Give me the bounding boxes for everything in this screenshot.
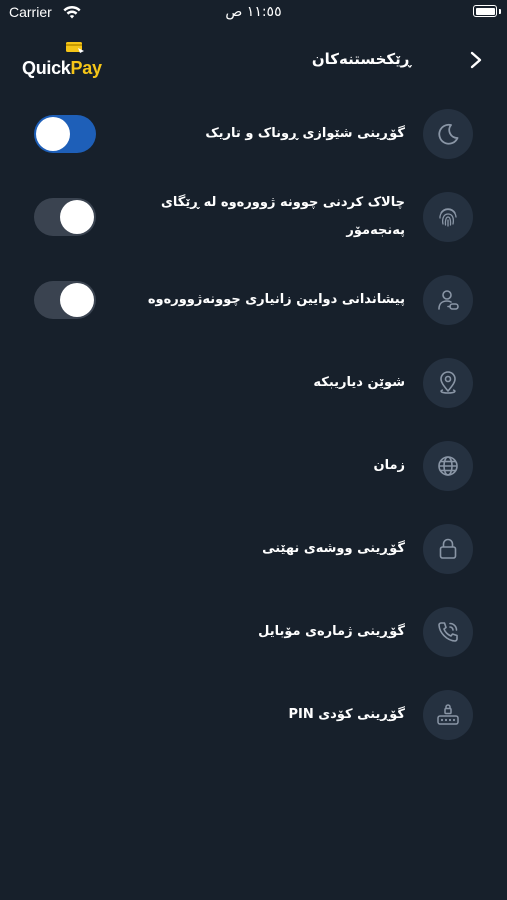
icon-circle (423, 191, 473, 242)
quickpay-logo: QuickPay (22, 38, 106, 86)
setting-label: گۆڕینی ژمارەی مۆبایل (258, 623, 405, 639)
icon-circle (423, 440, 473, 491)
setting-label: گۆڕینی ووشەی نهێنی (262, 540, 405, 556)
page-title: ڕێکخستنەکان (311, 50, 411, 68)
moon-icon (438, 123, 459, 145)
setting-label: پیشاندانی دوایین زانیاری چوونەژوورەوە (147, 291, 405, 307)
icon-circle (423, 523, 473, 574)
fingerprint-icon (439, 207, 457, 227)
pin-keypad-icon (437, 703, 459, 725)
toggle-knob (36, 116, 70, 151)
location-pin-icon (440, 370, 456, 394)
setting-row-location[interactable]: شوێن دیاریبکە (0, 341, 507, 424)
setting-row-mobile[interactable]: گۆڕینی ژمارەی مۆبایل (0, 590, 507, 673)
theme-toggle[interactable] (34, 114, 96, 153)
setting-label: گۆڕینی شێوازی ڕوناک و تاریک (205, 125, 405, 141)
setting-row-last-login[interactable]: پیشاندانی دوایین زانیاری چوونەژوورەوە (0, 258, 507, 341)
phone-call-icon (438, 621, 458, 642)
card-logo-icon (66, 42, 84, 53)
setting-row-theme[interactable]: گۆڕینی شێوازی ڕوناک و تاریک (0, 92, 507, 175)
user-login-icon (438, 289, 459, 310)
setting-label: زمان (373, 457, 405, 473)
icon-circle (423, 108, 473, 159)
status-time: ١١:٥٥ ص (225, 4, 282, 20)
settings-list: گۆڕینی شێوازی ڕوناک و تاریک چالاک کردنی … (0, 92, 507, 756)
back-chevron-icon[interactable] (465, 48, 487, 72)
setting-label: شوێن دیاریبکە (313, 374, 405, 390)
icon-circle (423, 606, 473, 657)
icon-circle (423, 274, 473, 325)
toggle-knob (60, 282, 94, 317)
icon-circle (423, 357, 473, 408)
lock-icon (439, 538, 457, 559)
toggle-knob (60, 199, 94, 234)
battery-tip (499, 9, 501, 14)
setting-row-fingerprint[interactable]: چالاک کردنی چوونە ژوورەوە لە ڕێگای پەنجە… (0, 175, 507, 258)
header: QuickPay ڕێکخستنەکان (0, 34, 507, 90)
battery-icon (473, 5, 497, 17)
last-login-toggle[interactable] (34, 280, 96, 319)
logo-text: QuickPay (22, 58, 102, 78)
icon-circle (423, 689, 473, 740)
fingerprint-toggle[interactable] (34, 197, 96, 236)
setting-row-pin[interactable]: گۆڕینی کۆدی PIN (0, 673, 507, 756)
globe-icon (438, 455, 458, 476)
setting-row-password[interactable]: گۆڕینی ووشەی نهێنی (0, 507, 507, 590)
setting-label: چالاک کردنی چوونە ژوورەوە لە ڕێگای پەنجە… (160, 194, 405, 238)
setting-label: گۆڕینی کۆدی PIN (288, 706, 405, 722)
status-bar: Carrier ١١:٥٥ ص (0, 0, 507, 30)
setting-row-language[interactable]: زمان (0, 424, 507, 507)
